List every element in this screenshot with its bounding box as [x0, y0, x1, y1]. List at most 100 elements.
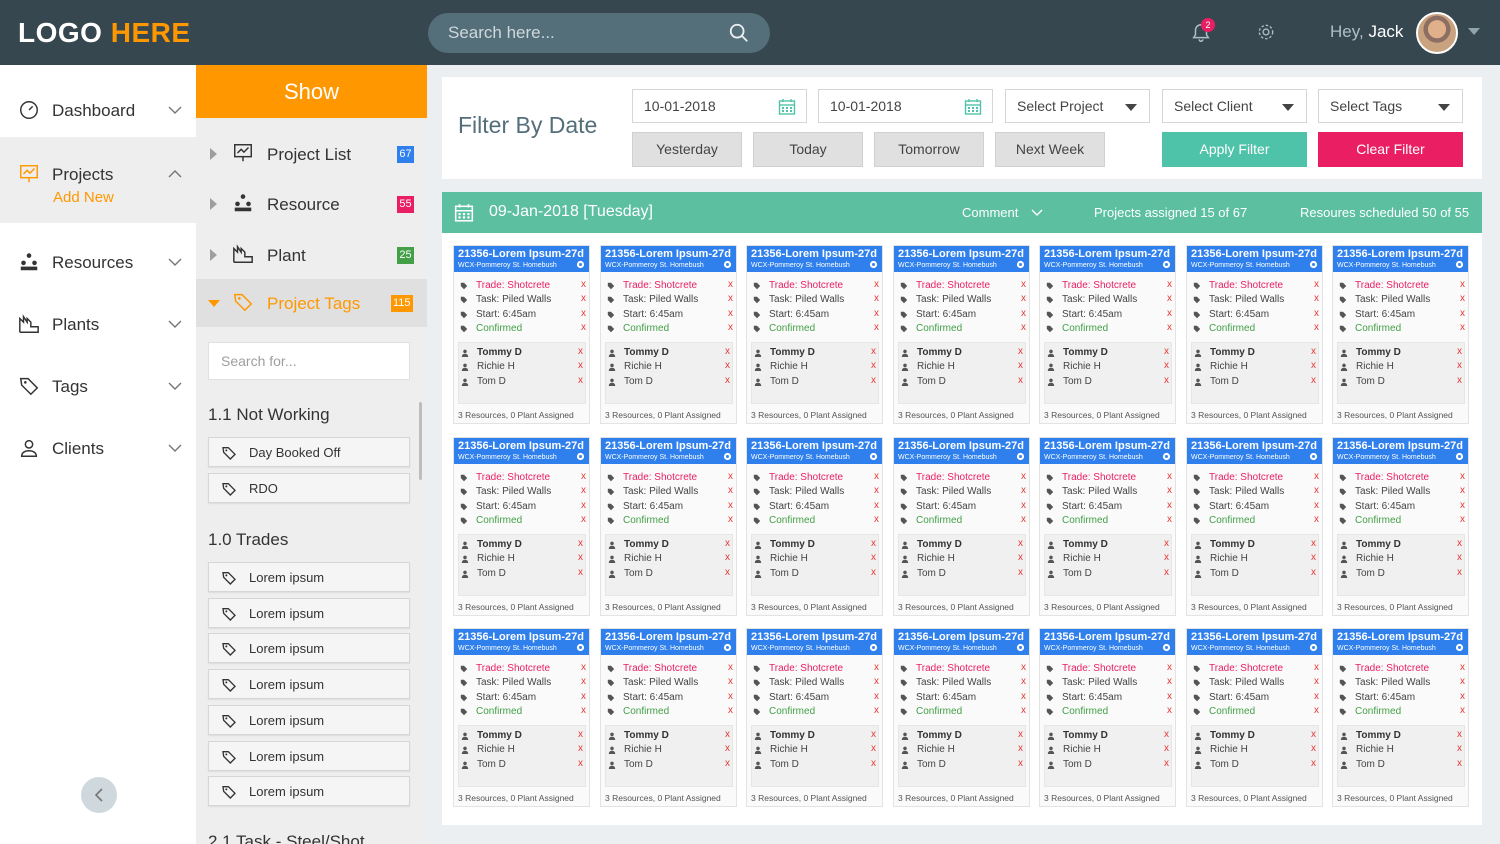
- remove-icon[interactable]: x: [874, 471, 879, 482]
- remove-icon[interactable]: x: [871, 743, 876, 754]
- card-header[interactable]: 21356-Lorem Ipsum-27d WCX-Pommeroy St. Ho…: [454, 438, 589, 464]
- remove-icon[interactable]: x: [728, 514, 733, 525]
- remove-icon[interactable]: x: [871, 567, 876, 578]
- remove-icon[interactable]: x: [578, 567, 583, 578]
- remove-icon[interactable]: x: [725, 538, 730, 549]
- remove-icon[interactable]: x: [581, 691, 586, 702]
- project-card[interactable]: 21356-Lorem Ipsum-27d WCX-Pommeroy St. Ho…: [746, 245, 883, 424]
- remove-icon[interactable]: x: [1164, 743, 1169, 754]
- remove-icon[interactable]: x: [1314, 293, 1319, 304]
- remove-icon[interactable]: x: [1167, 514, 1172, 525]
- card-header[interactable]: 21356-Lorem Ipsum-27d WCX-Pommeroy St. Ho…: [747, 629, 882, 655]
- gear-icon[interactable]: [1016, 643, 1025, 652]
- remove-icon[interactable]: x: [871, 729, 876, 740]
- remove-icon[interactable]: x: [1021, 308, 1026, 319]
- nav-projects[interactable]: Projects Add New: [0, 137, 196, 223]
- remove-icon[interactable]: x: [581, 279, 586, 290]
- remove-icon[interactable]: x: [1460, 691, 1465, 702]
- project-card[interactable]: 21356-Lorem Ipsum-27d WCX-Pommeroy St. Ho…: [600, 437, 737, 616]
- nav-plants[interactable]: Plants: [0, 287, 196, 349]
- remove-icon[interactable]: x: [871, 552, 876, 563]
- today-button[interactable]: Today: [753, 132, 863, 167]
- remove-icon[interactable]: x: [1167, 691, 1172, 702]
- project-card[interactable]: 21356-Lorem Ipsum-27d WCX-Pommeroy St. Ho…: [746, 437, 883, 616]
- remove-icon[interactable]: x: [1021, 691, 1026, 702]
- card-header[interactable]: 21356-Lorem Ipsum-27d WCX-Pommeroy St. Ho…: [1187, 438, 1322, 464]
- remove-icon[interactable]: x: [1311, 346, 1316, 357]
- gear-icon[interactable]: [723, 643, 732, 652]
- remove-icon[interactable]: x: [725, 360, 730, 371]
- gear-icon[interactable]: [869, 260, 878, 269]
- remove-icon[interactable]: x: [1314, 691, 1319, 702]
- remove-icon[interactable]: x: [1314, 662, 1319, 673]
- select-tags-dropdown[interactable]: Select Tags: [1318, 89, 1463, 123]
- project-card[interactable]: 21356-Lorem Ipsum-27d WCX-Pommeroy St. Ho…: [1332, 437, 1469, 616]
- remove-icon[interactable]: x: [1167, 308, 1172, 319]
- project-card[interactable]: 21356-Lorem Ipsum-27d WCX-Pommeroy St. Ho…: [1039, 437, 1176, 616]
- remove-icon[interactable]: x: [1314, 500, 1319, 511]
- remove-icon[interactable]: x: [1164, 346, 1169, 357]
- card-header[interactable]: 21356-Lorem Ipsum-27d WCX-Pommeroy St. Ho…: [747, 438, 882, 464]
- remove-icon[interactable]: x: [1167, 676, 1172, 687]
- chevron-down-icon[interactable]: [1468, 28, 1480, 35]
- project-card[interactable]: 21356-Lorem Ipsum-27d WCX-Pommeroy St. Ho…: [1186, 437, 1323, 616]
- remove-icon[interactable]: x: [1311, 567, 1316, 578]
- remove-icon[interactable]: x: [728, 293, 733, 304]
- tag-item[interactable]: Lorem ipsum: [208, 597, 410, 628]
- remove-icon[interactable]: x: [1021, 662, 1026, 673]
- gear-icon[interactable]: [1162, 643, 1171, 652]
- next-week-button[interactable]: Next Week: [995, 132, 1105, 167]
- remove-icon[interactable]: x: [728, 322, 733, 333]
- remove-icon[interactable]: x: [1021, 322, 1026, 333]
- remove-icon[interactable]: x: [874, 308, 879, 319]
- project-card[interactable]: 21356-Lorem Ipsum-27d WCX-Pommeroy St. Ho…: [453, 628, 590, 807]
- remove-icon[interactable]: x: [728, 279, 733, 290]
- remove-icon[interactable]: x: [581, 308, 586, 319]
- remove-icon[interactable]: x: [1018, 552, 1023, 563]
- project-card[interactable]: 21356-Lorem Ipsum-27d WCX-Pommeroy St. Ho…: [893, 628, 1030, 807]
- avatar[interactable]: [1416, 12, 1458, 54]
- project-card[interactable]: 21356-Lorem Ipsum-27d WCX-Pommeroy St. Ho…: [1332, 245, 1469, 424]
- select-project-dropdown[interactable]: Select Project: [1005, 89, 1150, 123]
- remove-icon[interactable]: x: [1314, 514, 1319, 525]
- remove-icon[interactable]: x: [728, 485, 733, 496]
- remove-icon[interactable]: x: [1167, 279, 1172, 290]
- remove-icon[interactable]: x: [1314, 676, 1319, 687]
- card-header[interactable]: 21356-Lorem Ipsum-27d WCX-Pommeroy St. Ho…: [1333, 438, 1468, 464]
- remove-icon[interactable]: x: [871, 346, 876, 357]
- remove-icon[interactable]: x: [725, 758, 730, 769]
- gear-icon[interactable]: [576, 643, 585, 652]
- tomorrow-button[interactable]: Tomorrow: [874, 132, 984, 167]
- card-header[interactable]: 21356-Lorem Ipsum-27d WCX-Pommeroy St. Ho…: [747, 246, 882, 272]
- gear-icon[interactable]: [1309, 643, 1318, 652]
- project-card[interactable]: 21356-Lorem Ipsum-27d WCX-Pommeroy St. Ho…: [1186, 245, 1323, 424]
- caret-right-icon[interactable]: [210, 148, 217, 160]
- remove-icon[interactable]: x: [728, 705, 733, 716]
- gear-icon[interactable]: [576, 260, 585, 269]
- remove-icon[interactable]: x: [1164, 729, 1169, 740]
- remove-icon[interactable]: x: [581, 471, 586, 482]
- remove-icon[interactable]: x: [1457, 758, 1462, 769]
- remove-icon[interactable]: x: [1460, 676, 1465, 687]
- card-header[interactable]: 21356-Lorem Ipsum-27d WCX-Pommeroy St. Ho…: [1040, 438, 1175, 464]
- remove-icon[interactable]: x: [1021, 293, 1026, 304]
- remove-icon[interactable]: x: [1018, 743, 1023, 754]
- remove-icon[interactable]: x: [581, 485, 586, 496]
- gear-icon[interactable]: [576, 452, 585, 461]
- remove-icon[interactable]: x: [728, 662, 733, 673]
- scrollbar[interactable]: [419, 402, 422, 480]
- card-header[interactable]: 21356-Lorem Ipsum-27d WCX-Pommeroy St. Ho…: [454, 629, 589, 655]
- remove-icon[interactable]: x: [1018, 375, 1023, 386]
- tree-item-project-tags[interactable]: Project Tags 115: [196, 279, 427, 327]
- card-header[interactable]: 21356-Lorem Ipsum-27d WCX-Pommeroy St. Ho…: [894, 629, 1029, 655]
- remove-icon[interactable]: x: [581, 500, 586, 511]
- remove-icon[interactable]: x: [1460, 293, 1465, 304]
- remove-icon[interactable]: x: [1164, 538, 1169, 549]
- remove-icon[interactable]: x: [1460, 514, 1465, 525]
- remove-icon[interactable]: x: [728, 308, 733, 319]
- remove-icon[interactable]: x: [1018, 538, 1023, 549]
- project-card[interactable]: 21356-Lorem Ipsum-27d WCX-Pommeroy St. Ho…: [1332, 628, 1469, 807]
- remove-icon[interactable]: x: [578, 375, 583, 386]
- remove-icon[interactable]: x: [1167, 662, 1172, 673]
- card-header[interactable]: 21356-Lorem Ipsum-27d WCX-Pommeroy St. Ho…: [894, 246, 1029, 272]
